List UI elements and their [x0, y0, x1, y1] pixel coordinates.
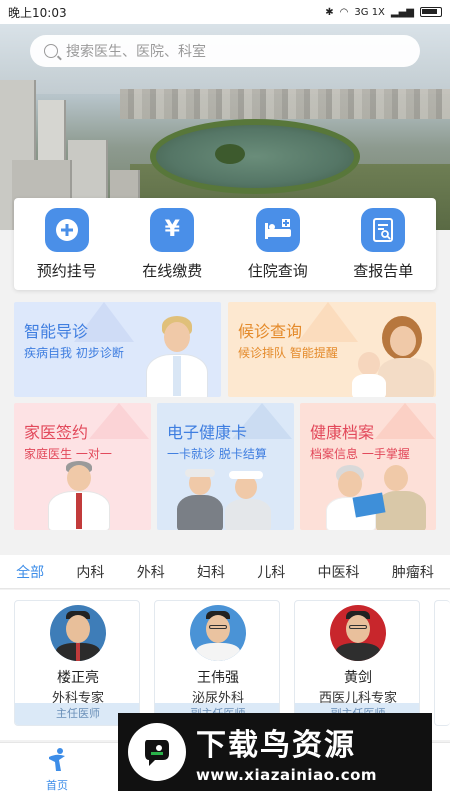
- tab-gynecology[interactable]: 妇科: [195, 556, 227, 588]
- bird-logo-icon: [128, 723, 186, 781]
- health-record-card[interactable]: 健康档案 档案信息 一手掌握: [300, 403, 436, 530]
- quick-actions: 预约挂号 ¥ 在线缴费 住院查询 查报告单: [14, 198, 436, 290]
- home-person-icon: [45, 747, 69, 773]
- report-search-icon: [361, 207, 406, 252]
- nav-home[interactable]: 首页: [32, 747, 82, 793]
- health-card-subtitle: 一卡就诊 脱卡结算: [167, 447, 267, 461]
- online-payment-button[interactable]: ¥ 在线缴费: [122, 207, 222, 281]
- avatar: [330, 605, 386, 661]
- family-doctor-illustration: [44, 461, 114, 530]
- elderly-couple-illustration: [320, 465, 430, 530]
- wifi-icon: ◠: [339, 6, 349, 18]
- travelers-illustration: [171, 469, 281, 530]
- inpatient-query-button[interactable]: 住院查询: [228, 207, 328, 281]
- signal-icon: ▂▄▆: [390, 6, 414, 18]
- health-card-title: 电子健康卡: [167, 423, 248, 442]
- search-icon: [44, 44, 58, 58]
- queue-query-card[interactable]: 候诊查询 候诊排队 智能提醒: [228, 302, 436, 397]
- status-time: 晚上10:03: [8, 5, 67, 20]
- watermark: 下载鸟资源 www.xiazainiao.com: [118, 713, 432, 791]
- watermark-text: 下载鸟资源 www.xiazainiao.com: [196, 720, 377, 784]
- appointment-button[interactable]: 预约挂号: [17, 207, 117, 281]
- tab-all[interactable]: 全部: [2, 556, 59, 593]
- nav-home-label: 首页: [46, 779, 68, 792]
- avatar: [190, 605, 246, 661]
- smart-guide-card[interactable]: 智能导诊 疾病自我 初步诊断: [14, 302, 221, 397]
- mother-baby-illustration: [348, 316, 436, 397]
- doctor-name: 楼正亮: [57, 670, 99, 686]
- plus-circle-icon: [44, 207, 89, 252]
- health-card-card[interactable]: 电子健康卡 一卡就诊 脱卡结算: [157, 403, 294, 530]
- doctor-card[interactable]: 王伟强 泌尿外科 副主任医师: [154, 600, 280, 726]
- status-bar: 晚上10:03 ✱ ◠ 3G 1X ▂▄▆: [0, 0, 450, 24]
- department-tabs: 全部 内科 外科 妇科 儿科 中医科 肿瘤科: [0, 555, 450, 593]
- network-label: 3G 1X: [354, 6, 385, 18]
- yen-icon: ¥: [150, 207, 195, 252]
- inpatient-query-label: 住院查询: [247, 261, 308, 280]
- tab-surgery[interactable]: 外科: [135, 556, 167, 588]
- smart-guide-subtitle: 疾病自我 初步诊断: [24, 346, 124, 360]
- battery-icon: [420, 7, 442, 17]
- tab-internal-medicine[interactable]: 内科: [74, 556, 106, 588]
- search-input[interactable]: 搜索医生、医院、科室: [30, 35, 420, 67]
- bluetooth-icon: ✱: [325, 6, 334, 18]
- avatar: [50, 605, 106, 661]
- watermark-url: www.xiazainiao.com: [196, 766, 378, 784]
- check-report-label: 查报告单: [353, 261, 414, 280]
- doctor-name: 黄剑: [344, 670, 372, 686]
- tab-oncology[interactable]: 肿瘤科: [390, 556, 436, 588]
- doctor-name: 王伟强: [197, 670, 239, 686]
- doctor-card[interactable]: 黄剑 西医儿科专家 副主任医师: [294, 600, 420, 726]
- hospital-bed-icon: [255, 207, 300, 252]
- appointment-label: 预约挂号: [36, 261, 97, 280]
- health-record-subtitle: 档案信息 一手掌握: [310, 447, 410, 461]
- search-placeholder: 搜索医生、医院、科室: [66, 44, 206, 60]
- smart-guide-title: 智能导诊: [24, 322, 89, 341]
- family-doctor-title: 家医签约: [24, 423, 89, 442]
- check-report-button[interactable]: 查报告单: [333, 207, 433, 281]
- tab-pediatrics[interactable]: 儿科: [255, 556, 287, 588]
- doctor-card[interactable]: 楼正亮 外科专家 主任医师: [14, 600, 140, 726]
- family-doctor-card[interactable]: 家医签约 家庭医生 一对一: [14, 403, 151, 530]
- doctor-illustration: [142, 316, 212, 397]
- doctor-card-partial[interactable]: [434, 600, 450, 726]
- queue-query-subtitle: 候诊排队 智能提醒: [238, 346, 338, 360]
- family-doctor-subtitle: 家庭医生 一对一: [24, 447, 112, 461]
- tab-tcm[interactable]: 中医科: [316, 556, 362, 588]
- queue-query-title: 候诊查询: [238, 322, 303, 341]
- status-icons: ✱ ◠ 3G 1X ▂▄▆: [325, 7, 442, 18]
- online-payment-label: 在线缴费: [142, 261, 203, 280]
- health-record-title: 健康档案: [310, 423, 375, 442]
- watermark-title: 下载鸟资源: [196, 728, 356, 763]
